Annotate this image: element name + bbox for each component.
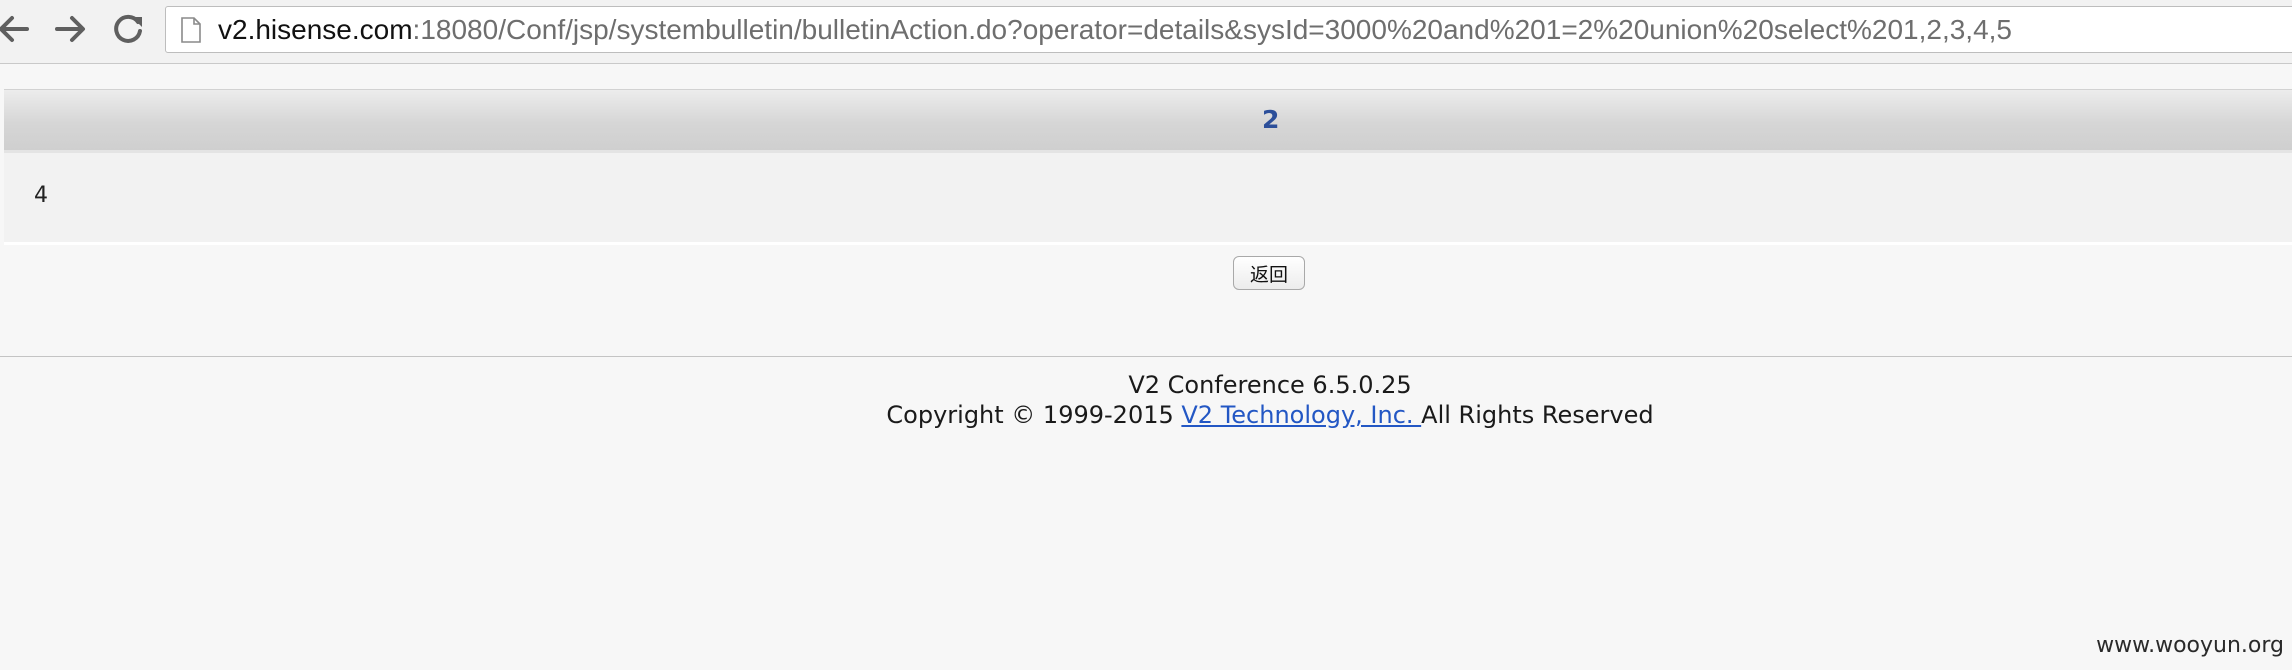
forward-arrow-icon[interactable]: [50, 9, 90, 49]
reload-icon[interactable]: [108, 9, 148, 49]
copyright-prefix: Copyright © 1999-2015: [886, 401, 1182, 429]
bulletin-title: 2: [1262, 105, 1280, 134]
url-path: :18080/Conf/jsp/systembulletin/bulletinA…: [412, 14, 2012, 45]
footer-divider: [0, 356, 2292, 357]
back-button[interactable]: 返回: [1233, 256, 1305, 290]
url-text[interactable]: v2.hisense.com:18080/Conf/jsp/systembull…: [218, 7, 2012, 52]
bulletin-table: 2 4: [4, 89, 2292, 245]
page-footer: V2 Conference 6.5.0.25 Copyright © 1999-…: [0, 370, 2292, 430]
document-icon: [180, 17, 202, 43]
bulletin-body: 4: [34, 183, 48, 208]
address-bar[interactable]: v2.hisense.com:18080/Conf/jsp/systembull…: [165, 6, 2292, 53]
browser-toolbar: v2.hisense.com:18080/Conf/jsp/systembull…: [0, 0, 2292, 64]
back-arrow-icon[interactable]: [0, 9, 34, 49]
bulletin-title-row: 2: [4, 90, 2292, 153]
copyright-suffix: All Rights Reserved: [1421, 401, 1654, 429]
url-host: v2.hisense.com: [218, 14, 413, 45]
bulletin-body-row: 4: [4, 153, 2292, 245]
company-link[interactable]: V2 Technology, Inc.: [1181, 401, 1421, 429]
copyright-line: Copyright © 1999-2015 V2 Technology, Inc…: [0, 400, 2292, 430]
watermark: www.wooyun.org: [2096, 633, 2284, 658]
product-version: V2 Conference 6.5.0.25: [1128, 371, 1412, 399]
